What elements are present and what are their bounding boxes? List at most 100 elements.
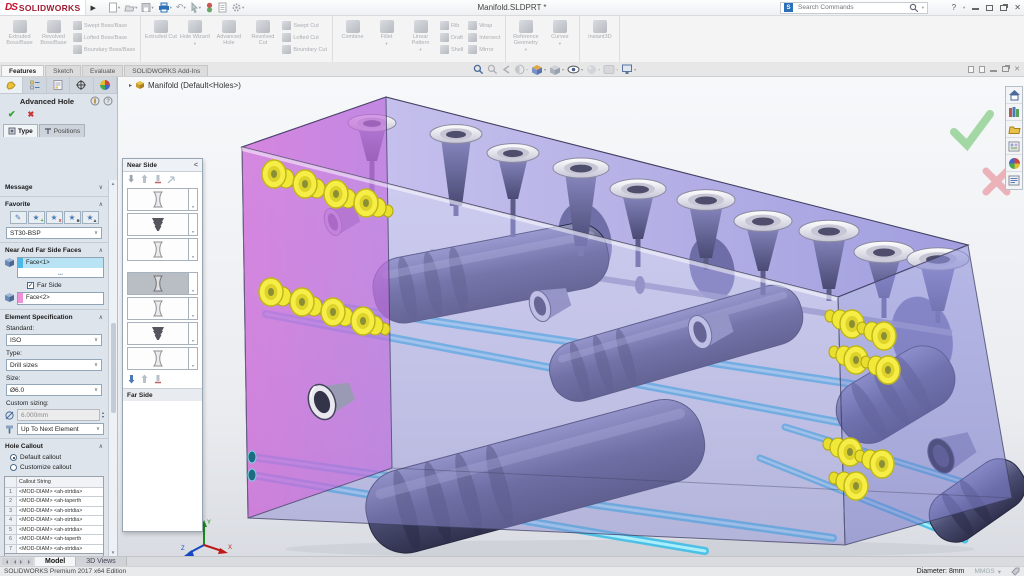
minimize-icon[interactable] bbox=[972, 5, 979, 10]
revolved-boss-base-button[interactable]: Revolved Boss/Base bbox=[37, 18, 70, 46]
curves-button[interactable]: Curves▾ bbox=[543, 18, 576, 47]
lofted-cut-button[interactable]: Lofted Cut bbox=[282, 33, 327, 42]
combine-button[interactable]: Combine bbox=[336, 18, 369, 40]
element-dropdown-icon[interactable]: ▾ bbox=[189, 188, 198, 211]
table-row[interactable]: 3<MOD-DIAM> <ah-strtdia> bbox=[5, 506, 103, 516]
scroll-up-icon[interactable]: ▲ bbox=[111, 181, 115, 186]
tab-first-icon[interactable] bbox=[2, 558, 9, 565]
hole-wizard-dropdown-icon[interactable]: ▾ bbox=[194, 42, 196, 47]
close-icon[interactable]: ✕ bbox=[1014, 3, 1021, 12]
intersect-button[interactable]: Intersect bbox=[468, 33, 500, 42]
size-dropdown[interactable]: Ø6.0∨ bbox=[6, 384, 102, 396]
scroll-down-icon[interactable]: ▼ bbox=[111, 550, 115, 555]
reference-geometry-button[interactable]: Reference Geometry▾ bbox=[509, 18, 542, 53]
far-element-straight-1-selected[interactable]: ▾ bbox=[127, 272, 198, 295]
file-explorer-icon[interactable] bbox=[1006, 121, 1022, 138]
apply-scene-icon[interactable]: ▾ bbox=[603, 64, 618, 75]
print-icon[interactable]: ▾ bbox=[158, 2, 172, 13]
section-view-icon[interactable]: ▾ bbox=[514, 64, 528, 75]
advanced-hole-button[interactable]: Advanced Hole bbox=[212, 18, 245, 46]
table-row[interactable]: 2<MOD-DIAM> <ah-taperth bbox=[5, 496, 103, 506]
instant3d-button[interactable]: Instant3D bbox=[583, 18, 616, 40]
tab-configuration-manager[interactable] bbox=[47, 77, 70, 93]
undo-icon[interactable]: ↶▾ bbox=[176, 2, 186, 13]
wrap-button[interactable]: Wrap bbox=[468, 21, 500, 30]
end-condition-dropdown[interactable]: Up To Next Element∨ bbox=[17, 423, 104, 435]
doc-window-icon-2[interactable] bbox=[979, 66, 985, 73]
edit-appearance-icon[interactable]: ▾ bbox=[586, 64, 600, 75]
listbox-resize-grip[interactable]: ••• bbox=[58, 274, 63, 277]
curves-dropdown-icon[interactable]: ▾ bbox=[559, 42, 561, 47]
select-cursor-icon[interactable]: ▾ bbox=[190, 2, 201, 13]
section-hole-callout[interactable]: Hole Callout∧ bbox=[0, 438, 108, 452]
favorite-apply-defaults-icon[interactable]: ✎ bbox=[10, 211, 27, 224]
scroll-thumb[interactable] bbox=[111, 323, 116, 413]
tab-model[interactable]: Model bbox=[35, 557, 76, 566]
panel-help-icon[interactable]: ? bbox=[103, 96, 113, 106]
chevron-up-icon[interactable]: ∧ bbox=[99, 201, 103, 208]
chevron-down-icon[interactable]: ∨ bbox=[99, 184, 103, 191]
table-row[interactable]: 7<MOD-DIAM> <ah-strtdia> bbox=[5, 544, 103, 554]
type-dropdown[interactable]: Drill sizes∨ bbox=[6, 359, 102, 371]
search-icon[interactable] bbox=[909, 3, 919, 13]
tab-evaluate[interactable]: Evaluate bbox=[82, 65, 123, 76]
3d-model-canvas[interactable]: Y X Z bbox=[118, 77, 1024, 556]
file-properties-icon[interactable] bbox=[218, 2, 227, 13]
tab-sketch[interactable]: Sketch bbox=[45, 65, 81, 76]
tab-3d-views[interactable]: 3D Views bbox=[76, 557, 126, 566]
swept-boss-base-button[interactable]: Swept Boss/Base bbox=[73, 21, 135, 30]
appearances-scenes-icon[interactable] bbox=[1006, 155, 1022, 172]
insert-element-below-icon[interactable] bbox=[128, 174, 137, 184]
search-dropdown-icon[interactable]: ▾ bbox=[922, 5, 924, 11]
maximize-icon[interactable] bbox=[986, 5, 993, 11]
insert-element-above-icon[interactable] bbox=[141, 174, 150, 184]
save-icon[interactable]: ▾ bbox=[141, 2, 153, 13]
view-orientation-icon[interactable]: ▾ bbox=[531, 64, 546, 76]
far-element-straight-2[interactable]: ▾ bbox=[127, 297, 198, 320]
section-favorite[interactable]: Favorite∧ bbox=[0, 196, 108, 210]
doc-window-icon[interactable] bbox=[968, 66, 974, 73]
tab-property-manager[interactable] bbox=[0, 77, 23, 93]
table-row[interactable]: 6<MOD-DIAM> <ah-taperth bbox=[5, 534, 103, 544]
table-row[interactable]: 4<MOD-DIAM> <ah-strtdia> bbox=[5, 515, 103, 525]
cancel-button[interactable]: ✖ bbox=[28, 110, 35, 119]
tab-feature-manager-tree[interactable] bbox=[23, 77, 46, 93]
resources-home-icon[interactable] bbox=[1006, 87, 1022, 104]
fillet-button[interactable]: Fillet▾ bbox=[370, 18, 403, 47]
doc-close-icon[interactable]: ✕ bbox=[1014, 65, 1020, 73]
far-side-checkbox[interactable]: ✓ bbox=[27, 282, 34, 289]
ok-button[interactable]: ✔ bbox=[8, 109, 16, 120]
spinner-arrows[interactable]: ▴▾ bbox=[102, 411, 104, 420]
tab-solidworks-addins[interactable]: SOLIDWORKS Add-Ins bbox=[124, 65, 208, 76]
default-callout-radio[interactable] bbox=[10, 454, 17, 461]
boundary-cut-button[interactable]: Boundary Cut bbox=[282, 45, 327, 54]
far-insert-above-icon[interactable] bbox=[141, 374, 150, 384]
favorite-dropdown[interactable]: ST30-BSP∨ bbox=[6, 227, 102, 239]
draft-button[interactable]: Draft bbox=[440, 33, 463, 42]
mirror-button[interactable]: Mirror bbox=[468, 45, 500, 54]
search-commands-box[interactable]: S ▾ bbox=[780, 2, 928, 14]
collapse-flyout-icon[interactable]: < bbox=[194, 162, 198, 169]
tab-features[interactable]: Features bbox=[1, 65, 44, 76]
lofted-boss-base-button[interactable]: Lofted Boss/Base bbox=[73, 33, 135, 42]
far-element-straight-4[interactable]: ▾ bbox=[127, 347, 198, 370]
search-input[interactable] bbox=[796, 3, 906, 12]
shell-button[interactable]: Shell bbox=[440, 45, 463, 54]
favorite-delete-icon[interactable]: ★x bbox=[46, 211, 63, 224]
face2-item[interactable]: Face<2> bbox=[18, 293, 103, 303]
table-row[interactable]: 1<MOD-DIAM> <ah-strtdia> bbox=[5, 487, 103, 497]
near-element-taper-2[interactable]: ▾ bbox=[127, 213, 198, 236]
doc-restore-icon[interactable] bbox=[1002, 66, 1009, 72]
revolved-cut-button[interactable]: Revolved Cut bbox=[246, 18, 279, 46]
display-style-icon[interactable]: ▾ bbox=[549, 64, 564, 76]
status-tag-icon[interactable] bbox=[1011, 567, 1020, 576]
rebuild-icon[interactable] bbox=[205, 2, 214, 13]
favorite-add-icon[interactable]: ★+ bbox=[28, 211, 45, 224]
tab-display-manager[interactable] bbox=[94, 77, 117, 93]
help-icon[interactable]: ? bbox=[952, 3, 956, 12]
tab-dimxpert-manager[interactable] bbox=[70, 77, 93, 93]
panel-scrollbar[interactable]: ▲ ▼ bbox=[108, 180, 117, 556]
design-library-icon[interactable] bbox=[1006, 104, 1022, 121]
pattern-dropdown-icon[interactable]: ▾ bbox=[419, 48, 421, 53]
favorite-load-icon[interactable]: ★▲ bbox=[82, 211, 99, 224]
